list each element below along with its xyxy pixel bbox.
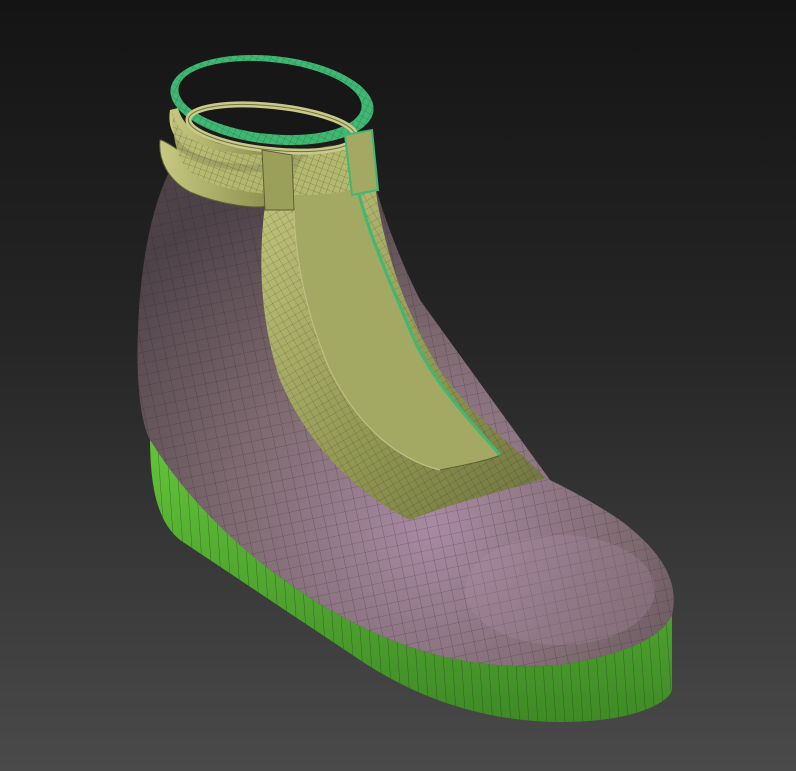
boot-model[interactable] bbox=[0, 0, 796, 771]
toe-cap bbox=[465, 535, 655, 645]
3d-viewport[interactable] bbox=[0, 0, 796, 771]
